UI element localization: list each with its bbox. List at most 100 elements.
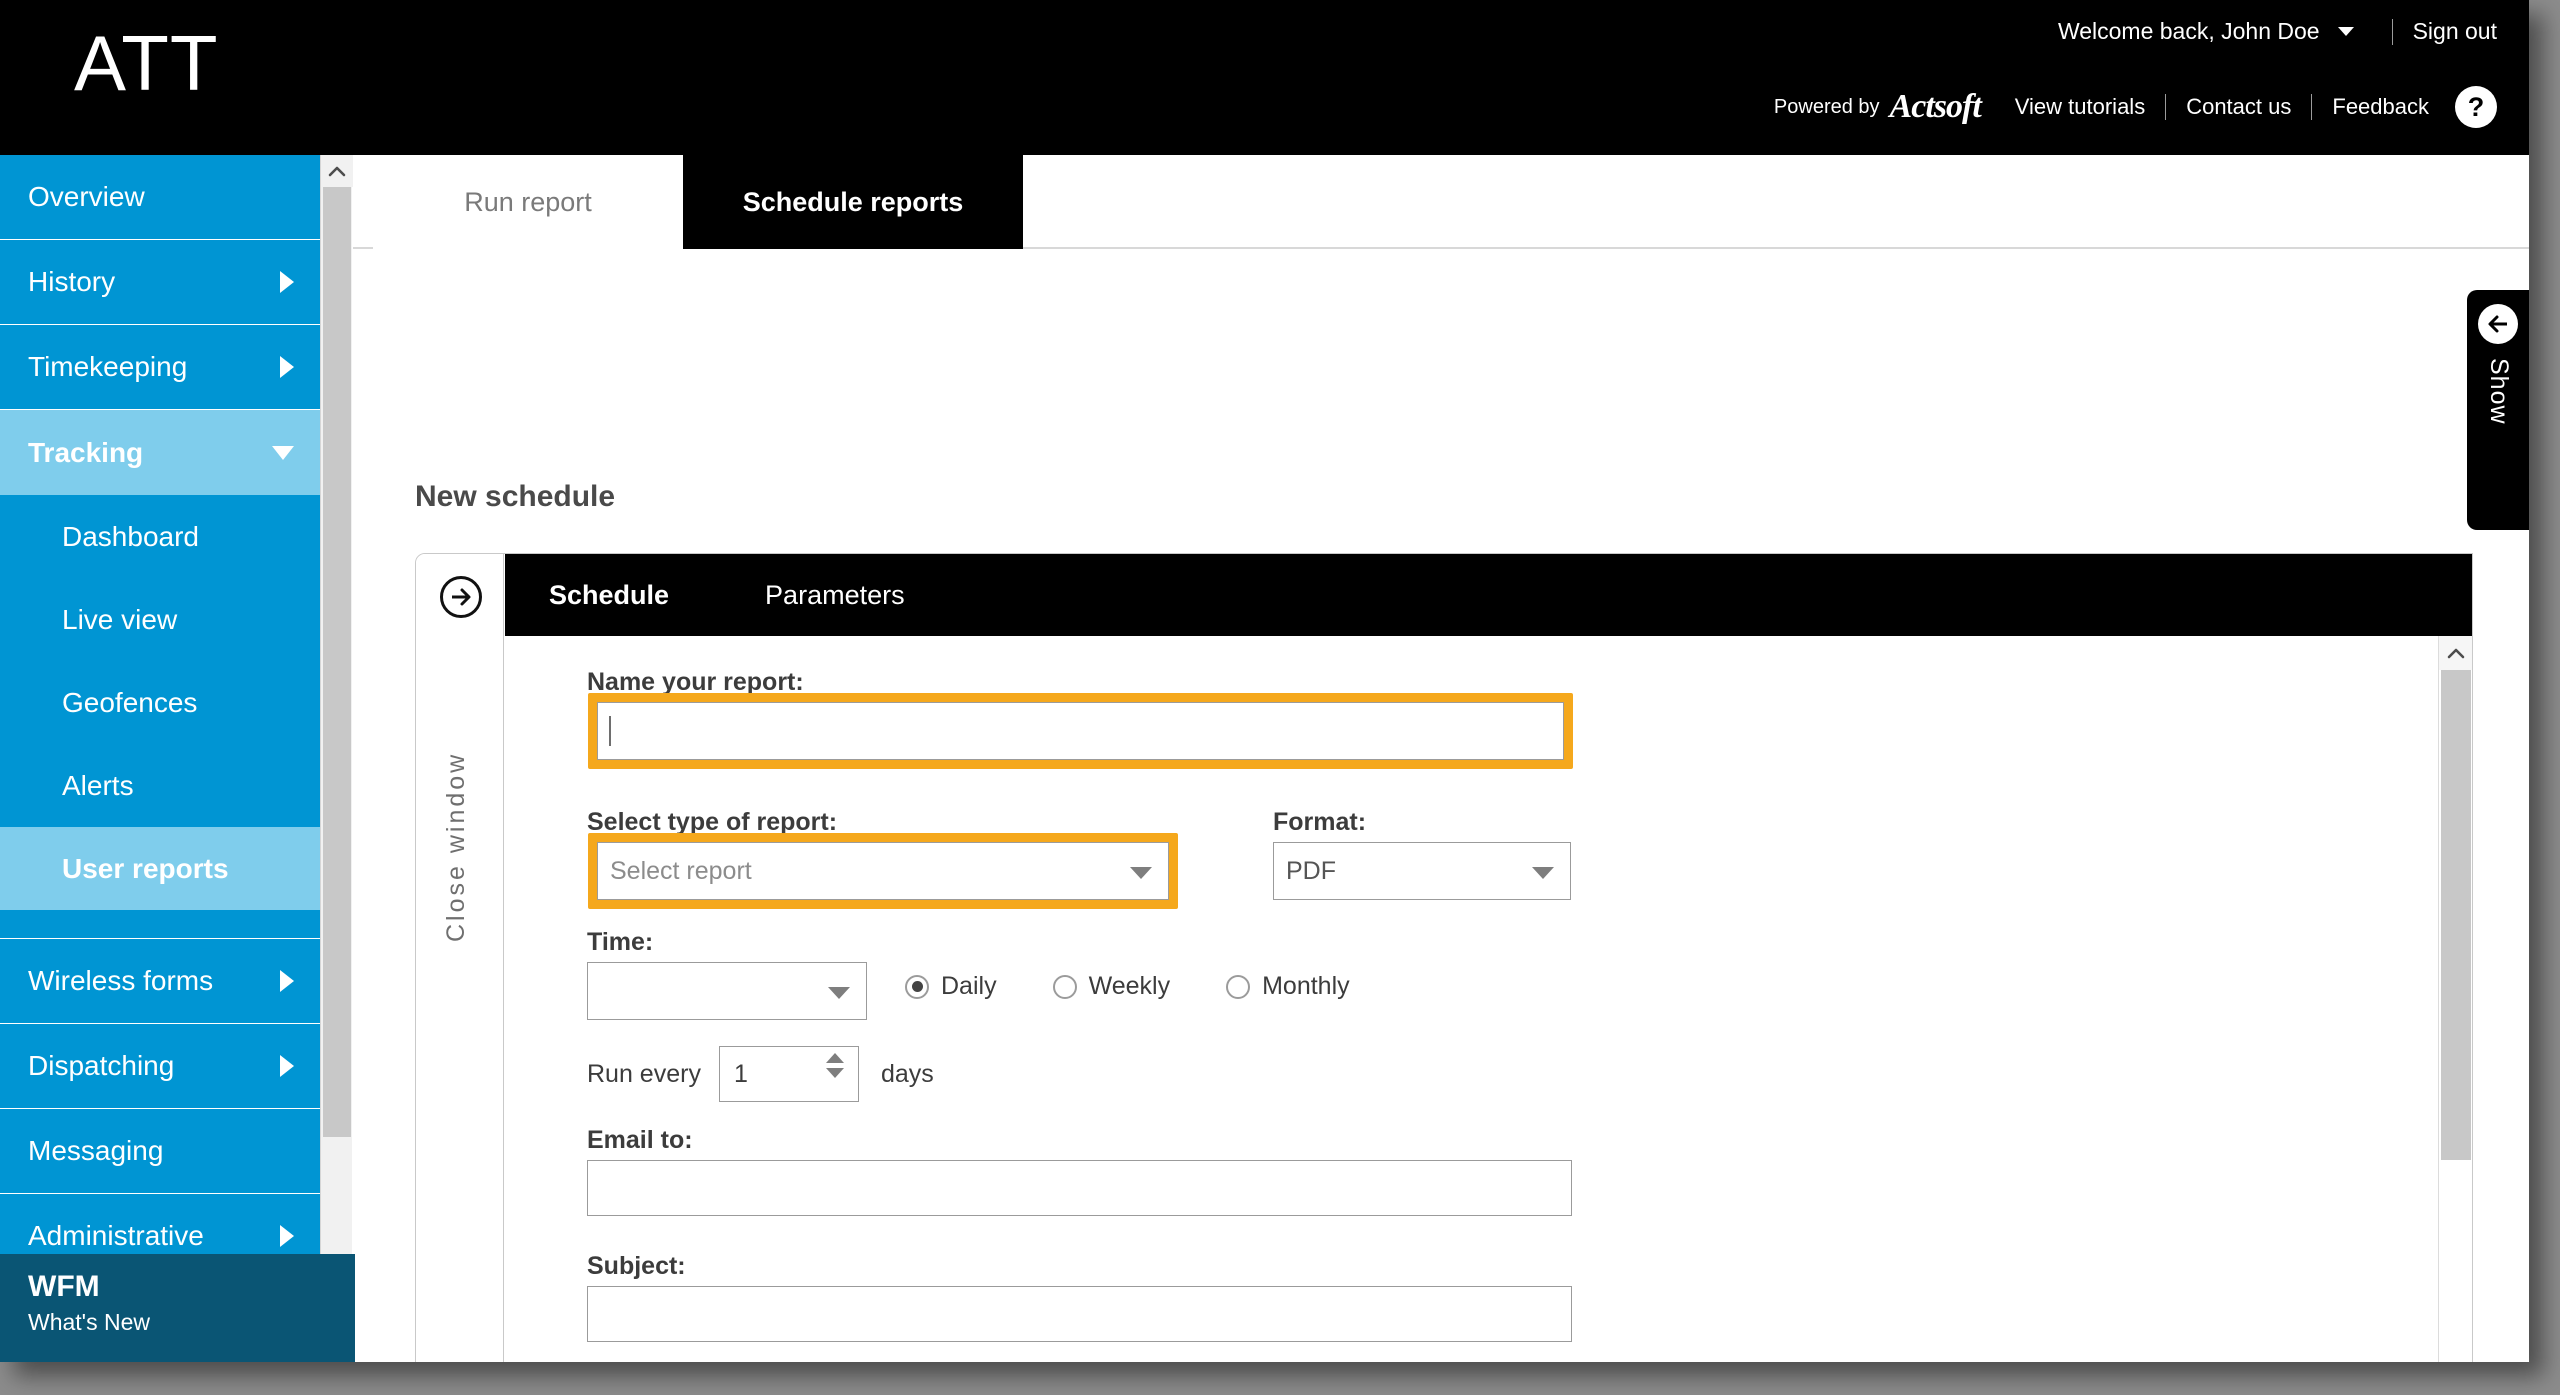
run-every-label: Run every <box>587 1059 701 1088</box>
card-tab-schedule[interactable]: Schedule <box>549 580 669 611</box>
name-report-input[interactable] <box>597 702 1564 760</box>
name-report-label: Name your report: <box>587 668 804 696</box>
sidebar-item-label: Overview <box>28 181 145 212</box>
welcome-user-menu[interactable]: Welcome back, John Doe <box>2058 18 2330 45</box>
sidebar-item-tracking[interactable]: Tracking <box>0 410 320 495</box>
sidebar-item-label: Timekeeping <box>28 351 188 382</box>
run-every-row: Run every 1 days <box>587 1046 934 1102</box>
sidebar-item-label: Dashboard <box>62 520 199 552</box>
card-tab-parameters[interactable]: Parameters <box>765 580 905 611</box>
sidebar-item-alerts[interactable]: Alerts <box>0 744 320 827</box>
schedule-form: Name your report: Select type of report:… <box>505 636 2472 1362</box>
select-report-type-label: Select type of report: <box>587 808 838 836</box>
report-tabs: Run report Schedule reports <box>353 155 2529 249</box>
main-content: Run report Schedule reports New schedule… <box>353 155 2529 1362</box>
form-scrollbar[interactable] <box>2438 636 2472 1362</box>
time-label: Time: <box>587 928 654 956</box>
tab-run-report[interactable]: Run report <box>373 155 683 249</box>
format-label: Format: <box>1273 808 1367 836</box>
radio-monthly-label: Monthly <box>1262 972 1350 1000</box>
sidebar-item-user-reports[interactable]: User reports <box>0 827 320 910</box>
run-every-unit: days <box>880 1059 934 1088</box>
stepper-up-icon[interactable] <box>825 1053 844 1063</box>
tab-schedule-reports[interactable]: Schedule reports <box>683 155 1023 249</box>
chevron-down-icon[interactable] <box>1532 867 1554 879</box>
frequency-radio-group: Daily Weekly Monthly <box>905 972 1350 1001</box>
format-value: PDF <box>1286 856 1336 885</box>
sidebar-item-label: Dispatching <box>28 1050 175 1081</box>
show-panel-tab[interactable]: Show <box>2467 290 2529 530</box>
wfm-whats-new-panel[interactable]: WFM What's New <box>0 1254 355 1362</box>
feedback-link[interactable]: Feedback <box>2332 94 2429 120</box>
sidebar-item-label: Live view <box>62 603 178 635</box>
sidebar-item-dashboard[interactable]: Dashboard <box>0 495 320 578</box>
close-window-rail[interactable]: Close window <box>416 554 504 1362</box>
arrow-left-circle-icon[interactable] <box>2478 304 2518 344</box>
header-account-bar: Welcome back, John Doe Sign out <box>2058 18 2497 45</box>
email-to-input[interactable] <box>587 1160 1572 1216</box>
text-caret <box>609 716 611 746</box>
card-tab-bar: Schedule Parameters <box>505 554 2472 636</box>
sign-out-link[interactable]: Sign out <box>2413 18 2497 45</box>
sidebar-item-timekeeping[interactable]: Timekeeping <box>0 325 320 410</box>
page-title: New schedule <box>415 480 616 513</box>
sidebar-item-messaging[interactable]: Messaging <box>0 1109 320 1194</box>
new-schedule-card: Close window Schedule Parameters Name yo… <box>415 553 2473 1362</box>
chevron-right-icon[interactable] <box>280 1055 294 1077</box>
run-every-value: 1 <box>733 1059 748 1088</box>
scroll-up-icon[interactable] <box>2439 636 2472 670</box>
sidebar-nav: Overview History Timekeeping Tracking Dashbo… <box>0 155 320 1362</box>
stepper-buttons <box>825 1053 844 1078</box>
contact-us-link[interactable]: Contact us <box>2186 94 2291 120</box>
top-header: ATT Welcome back, John Doe Sign out Powe… <box>0 0 2529 155</box>
wfm-title: WFM <box>28 1270 100 1303</box>
radio-daily[interactable]: Daily <box>905 972 997 1001</box>
scrollbar-thumb[interactable] <box>323 187 351 1137</box>
radio-monthly-icon[interactable] <box>1226 974 1251 999</box>
chevron-down-icon[interactable] <box>1130 867 1152 879</box>
att-logo: ATT <box>74 19 219 107</box>
radio-weekly[interactable]: Weekly <box>1052 972 1170 1001</box>
arrow-right-circle-icon[interactable] <box>440 576 482 618</box>
divider <box>2165 94 2167 120</box>
sidebar-item-geofences[interactable]: Geofences <box>0 661 320 744</box>
chevron-right-icon[interactable] <box>280 1225 294 1247</box>
radio-monthly[interactable]: Monthly <box>1226 972 1350 1001</box>
stepper-down-icon[interactable] <box>825 1068 844 1078</box>
report-type-value: Select report <box>610 856 752 885</box>
sidebar-scrollbar[interactable] <box>320 155 353 1362</box>
subject-label: Subject: <box>587 1252 686 1280</box>
sidebar-item-dispatching[interactable]: Dispatching <box>0 1024 320 1109</box>
sidebar-item-label: Geofences <box>62 686 198 718</box>
divider <box>2311 94 2313 120</box>
format-select[interactable]: PDF <box>1273 842 1571 900</box>
view-tutorials-link[interactable]: View tutorials <box>2015 94 2145 120</box>
scroll-up-icon[interactable] <box>321 155 353 187</box>
sidebar-item-overview[interactable]: Overview <box>0 155 320 240</box>
report-type-select[interactable]: Select report <box>597 842 1169 900</box>
sidebar-item-label: Messaging <box>28 1135 164 1166</box>
chevron-down-icon[interactable] <box>2337 27 2354 36</box>
actsoft-logo: Actsoft <box>1889 88 1982 125</box>
sidebar-item-label: User reports <box>62 852 229 884</box>
help-icon[interactable]: ? <box>2455 86 2497 128</box>
chevron-down-icon[interactable] <box>828 987 850 999</box>
divider <box>2391 18 2393 45</box>
email-to-label: Email to: <box>587 1126 693 1154</box>
time-select[interactable] <box>587 962 867 1020</box>
sidebar-item-label: Wireless forms <box>28 965 214 996</box>
chevron-right-icon[interactable] <box>280 970 294 992</box>
sidebar-item-label: Tracking <box>28 436 144 468</box>
radio-daily-icon[interactable] <box>905 974 929 999</box>
chevron-right-icon[interactable] <box>280 356 294 378</box>
run-every-stepper[interactable]: 1 <box>718 1046 859 1102</box>
chevron-down-icon[interactable] <box>272 445 294 460</box>
wfm-subtitle: What's New <box>28 1309 150 1335</box>
subject-input[interactable] <box>587 1286 1572 1342</box>
radio-weekly-icon[interactable] <box>1052 974 1077 999</box>
sidebar-item-live-view[interactable]: Live view <box>0 578 320 661</box>
scrollbar-thumb[interactable] <box>2441 670 2471 1160</box>
sidebar-item-history[interactable]: History <box>0 240 320 325</box>
sidebar-item-wireless-forms[interactable]: Wireless forms <box>0 939 320 1024</box>
chevron-right-icon[interactable] <box>280 271 294 293</box>
